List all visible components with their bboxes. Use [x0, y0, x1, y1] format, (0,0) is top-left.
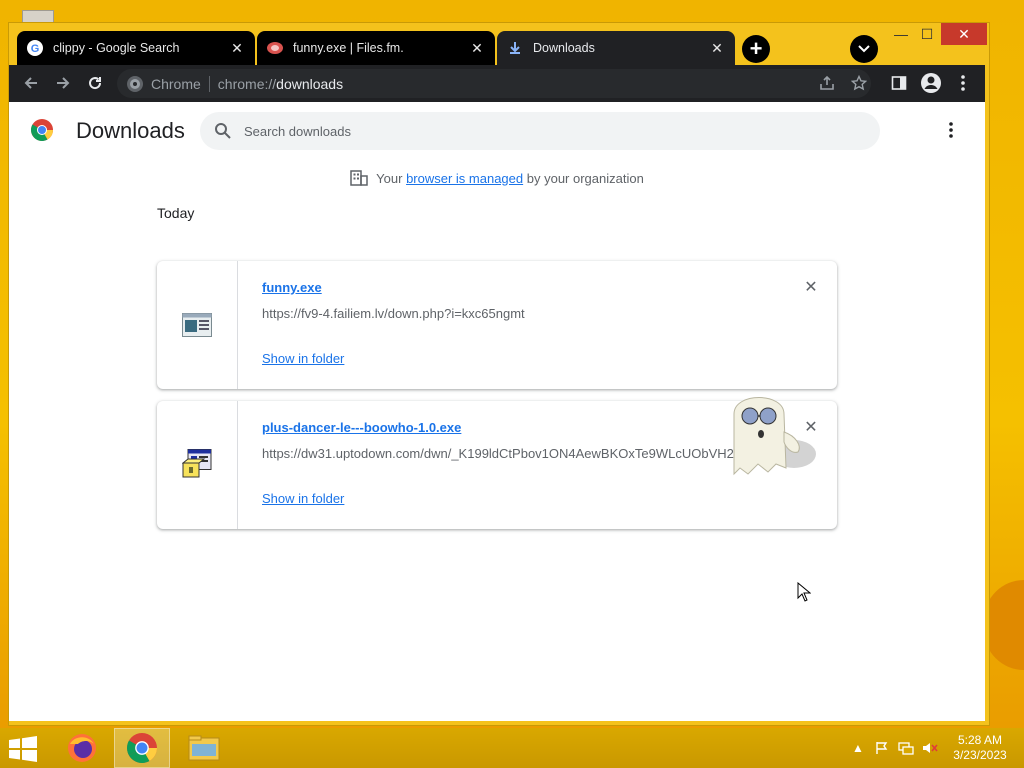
firefox-icon — [68, 734, 96, 762]
file-icon-column — [157, 401, 238, 529]
taskbar-firefox[interactable] — [54, 728, 110, 768]
profile-button[interactable] — [917, 69, 945, 97]
toolbar: Chrome chrome://downloads — [9, 65, 985, 102]
installer-icon — [182, 449, 212, 478]
url-host: downloads — [276, 75, 344, 92]
title-bar: G clippy - Google Search ✕ funny.exe | F… — [9, 23, 989, 67]
tab-title: clippy - Google Search — [53, 41, 180, 55]
clock-time: 5:28 AM — [957, 733, 1003, 747]
avatar-icon — [921, 73, 941, 93]
reload-button[interactable] — [81, 69, 109, 97]
tab-google-search[interactable]: G clippy - Google Search ✕ — [17, 31, 255, 65]
close-icon[interactable]: ✕ — [469, 40, 485, 56]
more-vert-icon — [949, 122, 953, 138]
taskbar: ▲ 5:28 AM 3/23/2023 — [0, 728, 1024, 768]
search-icon — [215, 123, 231, 139]
file-url: https://dw31.uptodown.com/dwn/_K199ldCtP… — [262, 446, 740, 461]
search-box[interactable] — [200, 112, 880, 150]
downloads-header: Downloads — [9, 102, 985, 158]
tab-files-fm[interactable]: funny.exe | Files.fm. ✕ — [257, 31, 495, 65]
tab-title: funny.exe | Files.fm. — [293, 41, 404, 55]
close-icon[interactable]: ✕ — [229, 40, 245, 56]
close-window-button[interactable]: ✕ — [941, 23, 987, 45]
chip-label: Chrome — [151, 75, 201, 92]
show-in-folder-link[interactable]: Show in folder — [262, 351, 344, 366]
address-bar[interactable]: Chrome chrome://downloads — [117, 69, 871, 98]
desktop-wallpaper-shape — [984, 580, 1024, 670]
clock-date: 3/23/2023 — [953, 748, 1007, 762]
tab-search-button[interactable] — [850, 35, 878, 63]
chrome-logo-icon — [31, 119, 53, 141]
page-title: Downloads — [76, 118, 185, 143]
side-panel-button[interactable] — [885, 69, 913, 97]
search-input[interactable] — [244, 123, 844, 139]
share-icon — [820, 75, 834, 90]
bookmark-button[interactable] — [845, 69, 873, 97]
share-button[interactable] — [813, 69, 841, 97]
maximize-button[interactable]: ☐ — [909, 23, 945, 45]
taskbar-chrome[interactable] — [114, 728, 170, 768]
file-icon-column — [157, 261, 238, 389]
remove-from-list-button[interactable]: ✕ — [801, 277, 821, 297]
managed-suffix: by your organization — [526, 170, 644, 186]
downloads-page: Downloads Your browser is managed by you… — [9, 102, 985, 721]
url-scheme: chrome:// — [217, 75, 277, 92]
network-icon[interactable] — [898, 740, 914, 756]
close-icon[interactable]: ✕ — [709, 40, 725, 56]
omnibox-separator — [208, 75, 210, 92]
chevron-down-icon — [858, 45, 870, 53]
page-menu-button[interactable] — [939, 118, 963, 142]
mouse-cursor-icon — [797, 582, 811, 602]
filesfm-icon — [267, 40, 283, 56]
managed-notice: Your browser is managed by your organiza… — [9, 170, 985, 186]
chrome-icon — [127, 733, 157, 763]
file-name-link[interactable]: funny.exe — [262, 280, 322, 295]
arrow-left-icon — [24, 77, 37, 89]
star-icon — [851, 75, 867, 91]
chrome-menu-button[interactable] — [949, 69, 977, 97]
chrome-window: G clippy - Google Search ✕ funny.exe | F… — [8, 22, 990, 726]
back-button[interactable] — [17, 69, 45, 97]
forward-button[interactable] — [49, 69, 77, 97]
tab-downloads[interactable]: Downloads ✕ — [497, 31, 735, 65]
reload-icon — [89, 77, 102, 90]
windows-start-icon[interactable] — [8, 736, 38, 762]
managed-prefix: Your — [376, 170, 403, 186]
system-clock[interactable]: 5:28 AM 3/23/2023 — [948, 733, 1012, 763]
tray-overflow-button[interactable]: ▲ — [850, 740, 866, 756]
more-vert-icon — [961, 75, 965, 91]
download-item: funny.exe https://fv9-4.failiem.lv/down.… — [157, 261, 837, 389]
action-center-flag-icon[interactable] — [874, 740, 890, 756]
side-panel-icon — [891, 76, 907, 90]
file-name-link[interactable]: plus-dancer-le---boowho-1.0.exe — [262, 420, 461, 435]
download-icon — [507, 40, 523, 56]
new-tab-button[interactable]: + — [742, 35, 770, 63]
volume-muted-icon[interactable] — [922, 740, 938, 756]
arrow-right-icon — [57, 77, 70, 89]
managed-link[interactable]: browser is managed — [406, 171, 523, 186]
svg-text:G: G — [31, 43, 40, 55]
chrome-chip-icon[interactable] — [127, 75, 143, 92]
file-explorer-icon — [188, 735, 220, 761]
exe-window-icon — [182, 313, 212, 337]
building-icon — [350, 170, 368, 186]
taskbar-file-explorer[interactable] — [176, 728, 232, 768]
section-label-today: Today — [157, 205, 195, 221]
show-in-folder-link[interactable]: Show in folder — [262, 491, 344, 506]
tab-title: Downloads — [533, 41, 595, 55]
file-url: https://fv9-4.failiem.lv/down.php?i=kxc6… — [262, 306, 525, 321]
google-icon: G — [27, 40, 43, 56]
ghost-assistant-icon[interactable] — [724, 384, 820, 480]
